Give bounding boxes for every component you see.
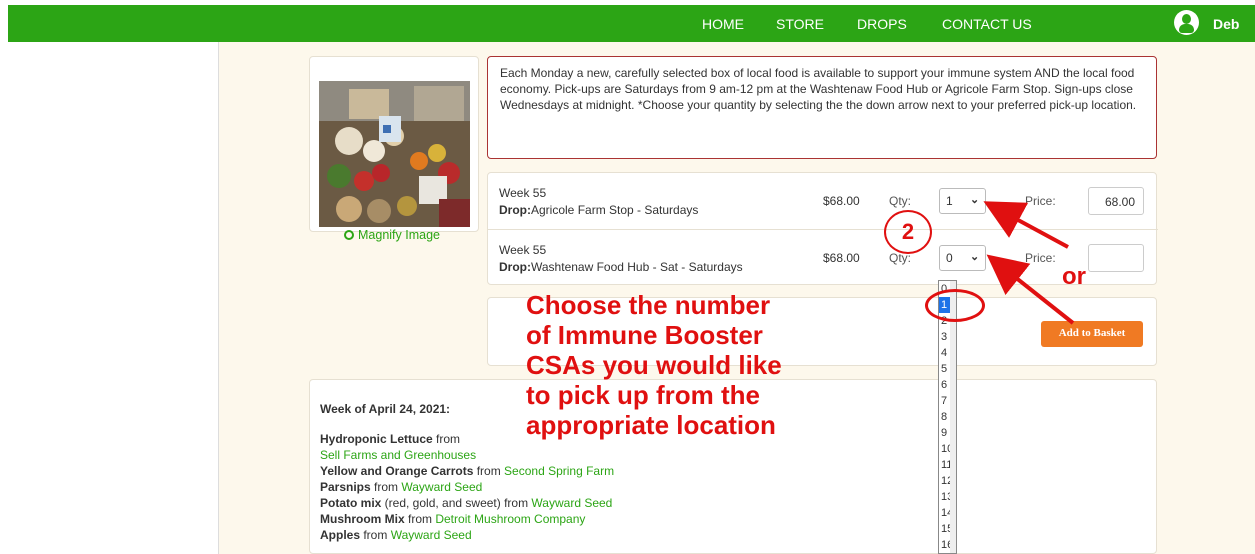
price-label: Price:	[1025, 194, 1056, 208]
instruction-annotation: Choose the number of Immune Booster CSAs…	[526, 290, 782, 440]
nav-drops-link[interactable]: DROPS	[857, 16, 907, 32]
list-item: Hydroponic Lettuce from	[320, 432, 461, 446]
item-amount: $68.00	[823, 251, 860, 265]
drop-location: Drop:Agricole Farm Stop - Saturdays	[499, 203, 699, 217]
list-item: Mushroom Mix from Detroit Mushroom Compa…	[320, 512, 586, 526]
drop-location: Drop:Washtenaw Food Hub - Sat - Saturday…	[499, 260, 743, 274]
qty-select[interactable]: 0 ⌄	[939, 245, 986, 271]
list-item: Parsnips from Wayward Seed	[320, 480, 483, 494]
magnify-image-link[interactable]: Magnify Image	[344, 228, 440, 242]
user-name[interactable]: Deb	[1213, 16, 1239, 32]
price-field[interactable]: 68.00	[1088, 187, 1144, 215]
week-label: Week 55	[499, 186, 547, 200]
product-image-card: Magnify Image	[309, 56, 479, 242]
drop-row: Week 55 Drop:Washtenaw Food Hub - Sat - …	[488, 229, 1158, 285]
week-heading: Week of April 24, 2021:	[320, 402, 451, 416]
product-photo[interactable]	[319, 81, 470, 227]
drop-options: Week 55 Drop:Agricole Farm Stop - Saturd…	[487, 172, 1158, 285]
drop-row: Week 55 Drop:Agricole Farm Stop - Saturd…	[488, 173, 1158, 229]
zoom-in-icon	[344, 230, 354, 240]
price-field[interactable]	[1088, 244, 1144, 272]
user-avatar-icon[interactable]	[1174, 10, 1199, 35]
step-number-badge: 2	[884, 210, 932, 254]
nav-contact-link[interactable]: CONTACT US	[942, 16, 1032, 32]
price-label: Price:	[1025, 251, 1056, 265]
top-nav: HOME STORE DROPS CONTACT US Deb	[8, 5, 1255, 42]
nav-home-link[interactable]: HOME	[702, 16, 744, 32]
list-item: Yellow and Orange Carrots from Second Sp…	[320, 464, 615, 478]
qty-label: Qty:	[889, 194, 912, 208]
chevron-down-icon: ⌄	[970, 251, 980, 263]
add-to-basket-button[interactable]: Add to Basket	[1041, 321, 1143, 347]
item-amount: $68.00	[823, 194, 860, 208]
chevron-down-icon: ⌄	[970, 194, 980, 206]
qty-select[interactable]: 1 ⌄	[939, 188, 986, 214]
list-item[interactable]: Sell Farms and Greenhouses	[320, 447, 476, 463]
week-label: Week 55	[499, 243, 547, 257]
highlight-ring	[925, 289, 985, 322]
list-item: Apples from Wayward Seed	[320, 528, 472, 542]
nav-store-link[interactable]: STORE	[776, 16, 824, 32]
or-annotation: or	[1062, 263, 1086, 290]
product-description: Each Monday a new, carefully selected bo…	[487, 56, 1157, 159]
list-item: Potato mix (red, gold, and sweet) from W…	[320, 496, 613, 510]
